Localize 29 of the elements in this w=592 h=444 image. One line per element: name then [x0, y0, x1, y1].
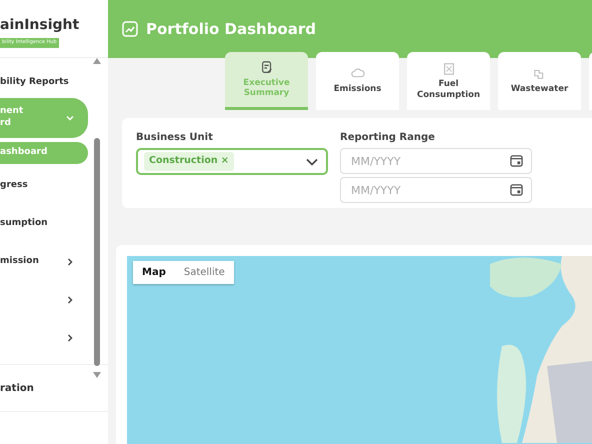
tab[interactable]: Wastewater	[498, 52, 581, 110]
sidebar-item[interactable]: mission	[0, 256, 39, 268]
date-field[interactable]: MM/YYYY	[340, 148, 532, 174]
date-field[interactable]: MM/YYYY	[340, 177, 532, 203]
scrollbar-thumb[interactable]	[94, 138, 100, 366]
chevron-down-icon	[306, 158, 318, 166]
sidebar-item[interactable]: bility Reports	[0, 77, 69, 89]
sidebar-item[interactable]: sumption	[0, 218, 48, 230]
tab[interactable]: Fuel Consumption	[407, 52, 490, 110]
tab-icon	[260, 60, 274, 75]
scroll-up-icon[interactable]	[93, 58, 101, 64]
chevron-right-icon[interactable]	[66, 334, 74, 342]
calendar-icon[interactable]	[510, 154, 523, 167]
field-label: Reporting Range	[340, 131, 436, 145]
map-type-button[interactable]: Map	[133, 261, 175, 284]
sidebar-item[interactable]: ration	[0, 380, 34, 396]
chevron-right-icon[interactable]	[66, 296, 74, 304]
scroll-down-icon[interactable]	[93, 372, 101, 378]
field-label: Business Unit	[136, 131, 214, 145]
chevron-right-icon[interactable]	[66, 258, 74, 266]
logo-text: ainInsight	[0, 18, 80, 32]
tab-icon	[442, 62, 456, 76]
page-title: Portfolio Dashboard	[146, 18, 316, 40]
chart-icon	[122, 21, 138, 37]
map-type-button[interactable]: Satellite	[174, 261, 234, 284]
tab[interactable]: Emissions	[316, 52, 399, 110]
chevron-down-icon[interactable]	[66, 114, 74, 122]
sidebar-item[interactable]: gress	[0, 180, 28, 192]
calendar-icon[interactable]	[510, 183, 523, 196]
